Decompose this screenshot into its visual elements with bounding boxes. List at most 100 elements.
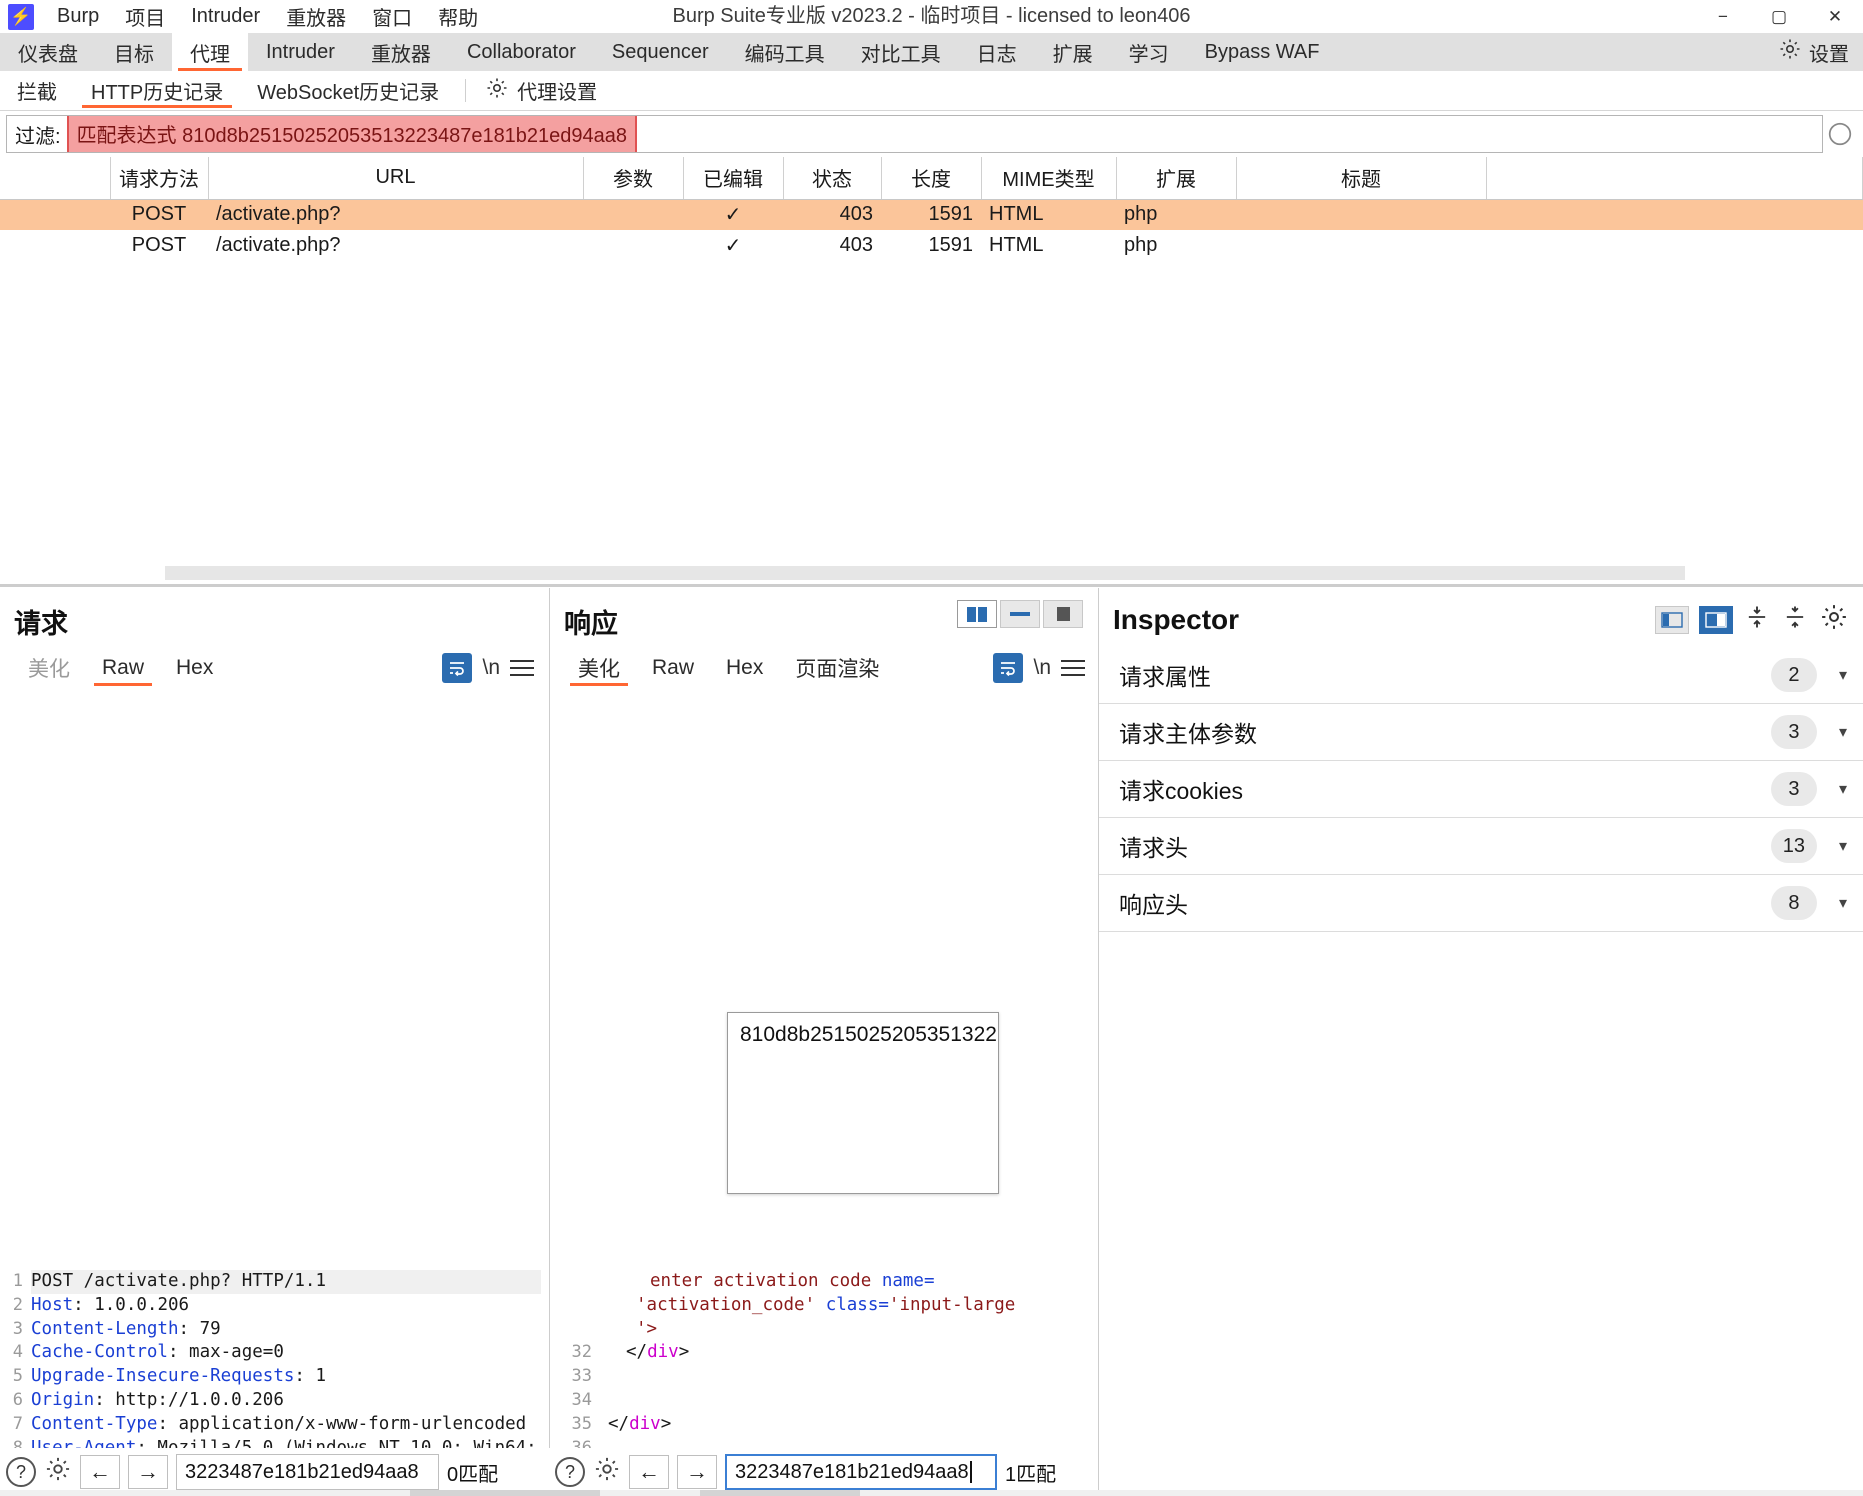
tab-target[interactable]: 目标 (96, 33, 172, 71)
arrow-left-icon[interactable]: ← (629, 1455, 669, 1489)
chevron-down-icon[interactable]: ▾ (1839, 722, 1847, 742)
table-row[interactable]: POST /activate.php? ✓ 403 1591 HTML php (0, 230, 1863, 261)
panel-right-icon[interactable] (1699, 605, 1733, 634)
tab-bypass-waf[interactable]: Bypass WAF (1187, 33, 1338, 71)
menu-item-repeater[interactable]: 重放器 (273, 0, 359, 33)
close-circle-icon[interactable] (1823, 115, 1857, 153)
col-method[interactable]: 请求方法 (110, 157, 209, 200)
tab-learn[interactable]: 学习 (1111, 33, 1187, 71)
gear-icon[interactable] (593, 1455, 621, 1490)
tab-logger[interactable]: 日志 (959, 33, 1035, 71)
scrollbar-thumb[interactable] (165, 566, 1685, 580)
chevron-down-icon[interactable]: ▾ (1839, 893, 1847, 913)
col-params[interactable]: 参数 (583, 157, 684, 200)
col-edited[interactable]: 已编辑 (683, 157, 784, 200)
http-history-table[interactable]: 请求方法 URL 参数 已编辑 状态 长度 MIME类型 扩展 标题 POST … (0, 157, 1863, 565)
subtab-http-history[interactable]: HTTP历史记录 (74, 71, 240, 110)
tab-intruder[interactable]: Intruder (248, 33, 353, 71)
search-suggestion-popup[interactable]: 810d8b2515025205351322 (727, 1012, 999, 1194)
menu-item-help[interactable]: 帮助 (425, 0, 491, 33)
question-icon[interactable]: ? (555, 1457, 585, 1487)
menu-item-intruder[interactable]: Intruder (178, 3, 273, 30)
col-length[interactable]: 长度 (881, 157, 982, 200)
tab-repeater[interactable]: 重放器 (353, 33, 449, 71)
tab-sequencer[interactable]: Sequencer (594, 33, 727, 71)
line-wrap-icon[interactable] (993, 653, 1024, 683)
tab-decoder[interactable]: 编码工具 (727, 33, 843, 71)
chevron-down-icon[interactable]: ▾ (1839, 779, 1847, 799)
cell-rest (1486, 199, 1863, 230)
taskbar-item[interactable] (410, 1490, 600, 1496)
request-tab-pretty[interactable]: 美化 (12, 647, 86, 689)
subtab-websocket-history[interactable]: WebSocket历史记录 (240, 71, 456, 110)
col-extension[interactable]: 扩展 (1116, 157, 1237, 200)
line-wrap-icon[interactable] (442, 653, 473, 683)
subtab-intercept[interactable]: 拦截 (0, 71, 74, 110)
col-status[interactable]: 状态 (783, 157, 882, 200)
col-index[interactable] (0, 157, 111, 200)
settings-button[interactable]: 设置 (1768, 37, 1859, 67)
request-tab-hex[interactable]: Hex (160, 647, 229, 689)
tab-dashboard[interactable]: 仪表盘 (0, 33, 96, 71)
inspector-row-request-cookies[interactable]: 请求cookies 3 ▾ (1099, 761, 1863, 818)
filter-box[interactable]: 过滤: 匹配表达式 810d8b25150252053513223487e181… (6, 115, 1823, 153)
response-search-input[interactable]: 3223487e181b21ed94aa8 (725, 1454, 997, 1490)
response-tab-hex[interactable]: Hex (710, 647, 779, 689)
chevron-down-icon[interactable]: ▾ (1839, 665, 1847, 685)
inspector-pane: Inspector 请求属性 2 ▾ 请求主体参数 3 ▾ 请求cookies … (1098, 588, 1863, 1496)
proxy-settings-button[interactable]: 代理设置 (475, 71, 607, 110)
request-line-4: Cache-Control: max-age=0 (31, 1342, 284, 1363)
request-tab-raw[interactable]: Raw (86, 647, 160, 689)
menu-item-project[interactable]: 项目 (112, 0, 178, 33)
col-title[interactable]: 标题 (1236, 157, 1487, 200)
question-icon[interactable]: ? (6, 1457, 36, 1487)
arrow-left-icon[interactable]: ← (80, 1455, 120, 1489)
inspector-row-label: 请求主体参数 (1119, 721, 1257, 747)
arrow-right-icon[interactable]: → (128, 1455, 168, 1489)
inspector-row-label: 请求头 (1119, 835, 1188, 861)
request-search-input[interactable]: 3223487e181b21ed94aa8 (176, 1454, 439, 1490)
col-rest[interactable] (1486, 157, 1863, 200)
inspector-row-response-headers[interactable]: 响应头 8 ▾ (1099, 875, 1863, 932)
cell-index (0, 199, 110, 230)
tab-comparer[interactable]: 对比工具 (843, 33, 959, 71)
panel-left-icon[interactable] (1655, 605, 1689, 634)
response-layout-buttons (957, 600, 1083, 628)
collapse-all-icon[interactable] (1781, 603, 1809, 636)
gear-icon[interactable] (1819, 602, 1849, 637)
response-tab-raw[interactable]: Raw (636, 647, 710, 689)
arrow-right-icon[interactable]: → (677, 1455, 717, 1489)
response-tab-render[interactable]: 页面渲染 (779, 647, 895, 689)
col-mime[interactable]: MIME类型 (981, 157, 1117, 200)
split-horizontal-icon[interactable] (1000, 600, 1040, 628)
horizontal-splitter[interactable] (0, 584, 1863, 587)
newline-toggle[interactable]: \n (1033, 656, 1051, 680)
tab-proxy[interactable]: 代理 (172, 33, 248, 71)
tab-collaborator[interactable]: Collaborator (449, 33, 594, 71)
inspector-row-request-attributes[interactable]: 请求属性 2 ▾ (1099, 647, 1863, 704)
menu-item-window[interactable]: 窗口 (359, 0, 425, 33)
inspector-row-request-body-params[interactable]: 请求主体参数 3 ▾ (1099, 704, 1863, 761)
gear-icon[interactable] (44, 1455, 72, 1490)
chevron-down-icon[interactable]: ▾ (1839, 836, 1847, 856)
tab-extensions[interactable]: 扩展 (1035, 33, 1111, 71)
col-url[interactable]: URL (208, 157, 584, 200)
split-vertical-icon[interactable] (957, 600, 997, 628)
newline-toggle[interactable]: \n (482, 656, 500, 680)
inspector-row-request-headers[interactable]: 请求头 13 ▾ (1099, 818, 1863, 875)
response-tab-pretty[interactable]: 美化 (562, 647, 636, 689)
table-row[interactable]: POST /activate.php? ✓ 403 1591 HTML php (0, 199, 1863, 230)
filter-value[interactable]: 匹配表达式 810d8b25150252053513223487e181b21e… (66, 116, 638, 152)
history-horizontal-scrollbar[interactable] (0, 565, 1863, 585)
request-pane-title: 请求 (14, 609, 68, 639)
cell-edited: ✓ (724, 235, 742, 257)
menu-item-burp[interactable]: Burp (44, 3, 112, 30)
single-pane-icon[interactable] (1043, 600, 1083, 628)
hamburger-icon[interactable] (1061, 655, 1085, 681)
close-button[interactable]: ✕ (1807, 0, 1863, 33)
taskbar-item[interactable] (700, 1490, 860, 1496)
minimize-button[interactable]: − (1695, 0, 1751, 33)
maximize-button[interactable]: ▢ (1751, 0, 1807, 33)
expand-all-icon[interactable] (1743, 603, 1771, 636)
hamburger-icon[interactable] (510, 655, 534, 681)
